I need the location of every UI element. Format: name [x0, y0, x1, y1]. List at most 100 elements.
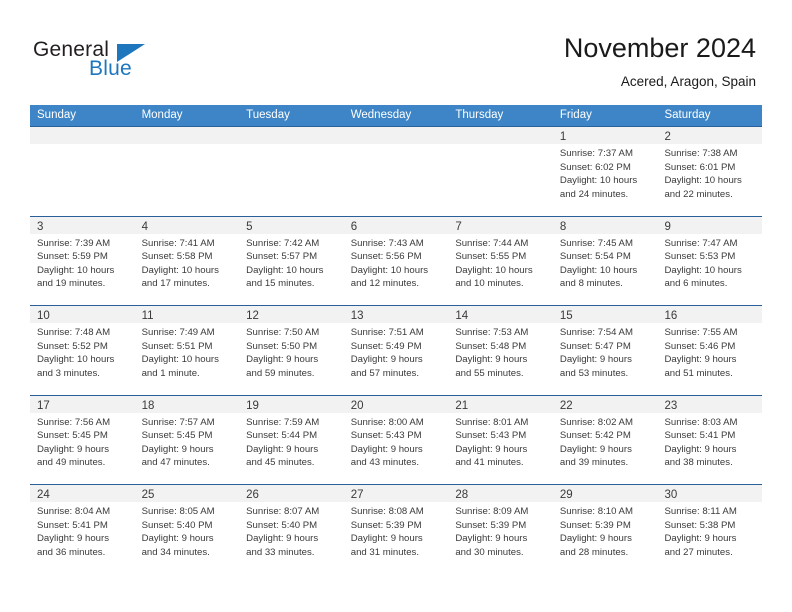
day-cell[interactable]: 5 Sunrise: 7:42 AM Sunset: 5:57 PM Daylight…: [239, 216, 344, 305]
day-details: Sunrise: 7:56 AM Sunset: 5:45 PM Daylight:…: [30, 413, 135, 470]
daylight-text-line2: and 41 minutes.: [455, 457, 524, 469]
sunset-text: Sunset: 5:43 PM: [350, 430, 422, 442]
weekday-header-wednesday: Wednesday: [350, 109, 412, 121]
page-header: General Blue November 2024 Acered, Arago…: [0, 0, 792, 104]
daylight-text-line1: Daylight: 9 hours: [559, 533, 632, 545]
day-number-band: 27: [343, 485, 449, 502]
day-cell[interactable]: 12 Sunrise: 7:50 AM Sunset: 5:50 PM Dayligh…: [239, 306, 344, 395]
daylight-text-line1: Daylight: 10 hours: [664, 264, 742, 276]
daylight-text-line2: and 3 minutes.: [37, 367, 100, 379]
sunrise-text: Sunrise: 8:04 AM: [37, 506, 111, 517]
day-cell[interactable]: 3 Sunrise: 7:39 AM Sunset: 5:59 PM Daylight…: [30, 216, 135, 305]
day-number-band: 1: [552, 127, 658, 144]
day-cell[interactable]: 23 Sunrise: 8:03 AM Sunset: 5:41 PM Dayligh…: [657, 395, 763, 484]
day-cell[interactable]: 13 Sunrise: 7:51 AM Sunset: 5:49 PM Dayligh…: [343, 306, 449, 395]
daylight-text-line1: Daylight: 9 hours: [455, 354, 528, 366]
day-cell[interactable]: 9 Sunrise: 7:47 AM Sunset: 5:53 PM Daylight…: [657, 216, 763, 305]
sunset-text: Sunset: 6:01 PM: [664, 161, 736, 173]
day-cell[interactable]: 14 Sunrise: 7:53 AM Sunset: 5:48 PM Dayligh…: [448, 306, 553, 395]
calendar-weeks: 1 Sunrise: 7:37 AM Sunset: 6:02 PM Daylight…: [30, 126, 763, 574]
day-details: Sunrise: 7:54 AM Sunset: 5:47 PM Daylight:…: [553, 323, 658, 380]
day-details: Sunrise: 7:55 AM Sunset: 5:46 PM Daylight:…: [657, 323, 762, 380]
calendar-week-row: 3 Sunrise: 7:39 AM Sunset: 5:59 PM Daylight…: [30, 215, 763, 305]
day-cell[interactable]: 17 Sunrise: 7:56 AM Sunset: 5:45 PM Dayligh…: [30, 395, 135, 484]
day-cell[interactable]: 26 Sunrise: 8:07 AM Sunset: 5:40 PM Dayligh…: [239, 485, 344, 574]
day-cell[interactable]: 22 Sunrise: 8:02 AM Sunset: 5:42 PM Dayligh…: [552, 395, 658, 484]
day-cell[interactable]: 21 Sunrise: 8:01 AM Sunset: 5:43 PM Dayligh…: [448, 395, 553, 484]
day-cell[interactable]: 2 Sunrise: 7:38 AM Sunset: 6:01 PM Daylight…: [657, 127, 763, 216]
day-cell[interactable]: 15 Sunrise: 7:54 AM Sunset: 5:47 PM Dayligh…: [552, 306, 658, 395]
daylight-text-line2: and 8 minutes.: [559, 278, 623, 290]
day-details: Sunrise: 7:47 AM Sunset: 5:53 PM Daylight:…: [657, 234, 762, 291]
daylight-text-line2: and 28 minutes.: [559, 546, 629, 558]
day-cell[interactable]: 10 Sunrise: 7:48 AM Sunset: 5:52 PM Dayligh…: [30, 306, 135, 395]
day-cell[interactable]: 18 Sunrise: 7:57 AM Sunset: 5:45 PM Dayligh…: [134, 395, 240, 484]
sunset-text: Sunset: 5:48 PM: [455, 340, 527, 352]
sunset-text: Sunset: 5:43 PM: [455, 430, 527, 442]
day-cell[interactable]: 30 Sunrise: 8:11 AM Sunset: 5:38 PM Dayligh…: [657, 485, 763, 574]
sunrise-text: Sunrise: 8:07 AM: [246, 506, 320, 517]
daylight-text-line1: Daylight: 10 hours: [141, 354, 219, 366]
daylight-text-line1: Daylight: 9 hours: [246, 354, 319, 366]
day-cell[interactable]: 4 Sunrise: 7:41 AM Sunset: 5:58 PM Daylight…: [134, 216, 240, 305]
day-number-band: 4: [134, 216, 240, 234]
day-cell[interactable]: 1 Sunrise: 7:37 AM Sunset: 6:02 PM Daylight…: [552, 127, 658, 216]
day-number: 28: [455, 489, 469, 501]
day-cell[interactable]: 29 Sunrise: 8:10 AM Sunset: 5:39 PM Dayligh…: [552, 485, 658, 574]
weekday-header-saturday: Saturday: [664, 109, 711, 121]
day-cell[interactable]: 16 Sunrise: 7:55 AM Sunset: 5:46 PM Dayligh…: [657, 306, 763, 395]
sunrise-text: Sunrise: 7:44 AM: [455, 237, 529, 249]
title-block: November 2024 Acered, Aragon, Spain: [564, 32, 756, 91]
weekday-header-tuesday: Tuesday: [246, 109, 290, 121]
day-cell[interactable]: 11 Sunrise: 7:49 AM Sunset: 5:51 PM Dayligh…: [134, 306, 240, 395]
daylight-text-line2: and 1 minute.: [141, 367, 200, 379]
day-details: Sunrise: 7:57 AM Sunset: 5:45 PM Daylight:…: [135, 413, 240, 470]
day-cell[interactable]: 25 Sunrise: 8:05 AM Sunset: 5:40 PM Dayligh…: [134, 485, 240, 574]
day-cell-empty: [30, 127, 135, 216]
daylight-text-line2: and 36 minutes.: [37, 546, 106, 558]
day-cell[interactable]: 6 Sunrise: 7:43 AM Sunset: 5:56 PM Daylight…: [343, 216, 449, 305]
day-number: 13: [350, 310, 364, 322]
day-cell[interactable]: 7 Sunrise: 7:44 AM Sunset: 5:55 PM Daylight…: [448, 216, 553, 305]
daylight-text-line1: Daylight: 9 hours: [664, 533, 737, 545]
daylight-text-line1: Daylight: 10 hours: [559, 264, 638, 276]
sunrise-text: Sunrise: 8:02 AM: [559, 416, 633, 428]
day-details: Sunrise: 7:48 AM Sunset: 5:52 PM Daylight:…: [30, 323, 135, 380]
day-cell[interactable]: 28 Sunrise: 8:09 AM Sunset: 5:39 PM Dayligh…: [448, 485, 553, 574]
day-cell[interactable]: 8 Sunrise: 7:45 AM Sunset: 5:54 PM Daylight…: [552, 216, 658, 305]
sunrise-text: Sunrise: 7:54 AM: [559, 327, 633, 338]
sunrise-text: Sunrise: 7:39 AM: [37, 237, 111, 249]
sunset-text: Sunset: 5:59 PM: [37, 251, 108, 263]
day-details: Sunrise: 8:10 AM Sunset: 5:39 PM Daylight:…: [553, 502, 658, 559]
daylight-text-line1: Daylight: 9 hours: [664, 354, 737, 366]
calendar-week-row: 24 Sunrise: 8:04 AM Sunset: 5:41 PM Dayligh…: [30, 484, 763, 574]
day-number: 24: [37, 489, 50, 501]
sunrise-text: Sunrise: 7:43 AM: [350, 237, 424, 249]
day-cell[interactable]: 19 Sunrise: 7:59 AM Sunset: 5:44 PM Dayligh…: [239, 395, 344, 484]
day-number-band: 21: [448, 395, 553, 413]
day-number: 26: [246, 489, 259, 501]
day-cell[interactable]: 27 Sunrise: 8:08 AM Sunset: 5:39 PM Dayligh…: [343, 485, 449, 574]
daylight-text-line2: and 31 minutes.: [350, 546, 420, 558]
sunset-text: Sunset: 5:42 PM: [559, 430, 631, 442]
day-cell[interactable]: 24 Sunrise: 8:04 AM Sunset: 5:41 PM Dayligh…: [30, 485, 135, 574]
day-number-band: [30, 127, 135, 144]
calendar-grid: Sunday Monday Tuesday Wednesday Thursday Frid…: [30, 105, 763, 574]
generalblue-logo[interactable]: General Blue: [33, 38, 213, 88]
day-details: Sunrise: 8:08 AM Sunset: 5:39 PM Daylight:…: [344, 502, 449, 559]
day-details: Sunrise: 8:11 AM Sunset: 5:38 PM Daylight:…: [657, 502, 762, 559]
sunset-text: Sunset: 5:41 PM: [664, 430, 736, 442]
daylight-text-line2: and 27 minutes.: [664, 546, 733, 558]
day-cell[interactable]: 20 Sunrise: 8:00 AM Sunset: 5:43 PM Dayligh…: [343, 395, 449, 484]
sunrise-text: Sunrise: 8:00 AM: [350, 416, 424, 428]
day-number: 22: [559, 399, 573, 412]
day-details: Sunrise: 8:00 AM Sunset: 5:43 PM Daylight:…: [344, 413, 449, 470]
day-number-band: [343, 127, 449, 144]
daylight-text-line1: Daylight: 9 hours: [141, 533, 214, 545]
day-number-band: 7: [448, 216, 553, 234]
day-details: Sunrise: 7:49 AM Sunset: 5:51 PM Daylight:…: [135, 323, 240, 380]
day-cell-empty: [239, 127, 344, 216]
day-details: Sunrise: 7:44 AM Sunset: 5:55 PM Daylight:…: [448, 234, 553, 291]
daylight-text-line2: and 51 minutes.: [664, 367, 733, 379]
day-number-band: 5: [239, 216, 344, 234]
